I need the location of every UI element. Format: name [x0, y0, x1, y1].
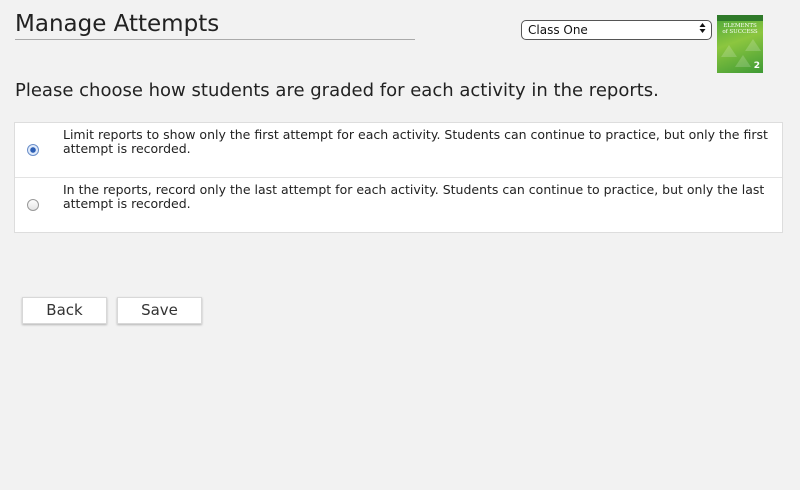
attempt-options-panel: Limit reports to show only the first att… [14, 122, 783, 233]
book-cover-number: 2 [753, 61, 760, 71]
last-attempt-label: In the reports, record only the last att… [63, 182, 765, 211]
back-button[interactable]: Back [22, 297, 107, 324]
class-select[interactable]: Class One [521, 20, 712, 40]
book-cover-title-line2: of SUCCESS [722, 29, 758, 35]
book-cover-pattern [735, 55, 751, 67]
last-attempt-radio[interactable] [27, 199, 39, 211]
updown-arrows-icon [699, 21, 706, 34]
instruction-text: Please choose how students are graded fo… [15, 80, 659, 101]
save-button[interactable]: Save [117, 297, 202, 324]
option-last-attempt[interactable]: In the reports, record only the last att… [15, 178, 782, 233]
book-cover-band [717, 15, 763, 21]
book-cover-pattern [745, 39, 761, 51]
book-cover-image: ELEMENTS of SUCCESS 2 [717, 15, 763, 73]
option-first-attempt[interactable]: Limit reports to show only the first att… [15, 123, 782, 178]
page-title: Manage Attempts [15, 9, 415, 40]
first-attempt-radio[interactable] [27, 144, 39, 156]
manage-attempts-page: Manage Attempts Class One ELEMENTS of SU… [0, 0, 800, 490]
class-select-value: Class One [528, 23, 588, 37]
book-cover-title: ELEMENTS of SUCCESS [719, 23, 761, 35]
first-attempt-label: Limit reports to show only the first att… [63, 127, 768, 156]
